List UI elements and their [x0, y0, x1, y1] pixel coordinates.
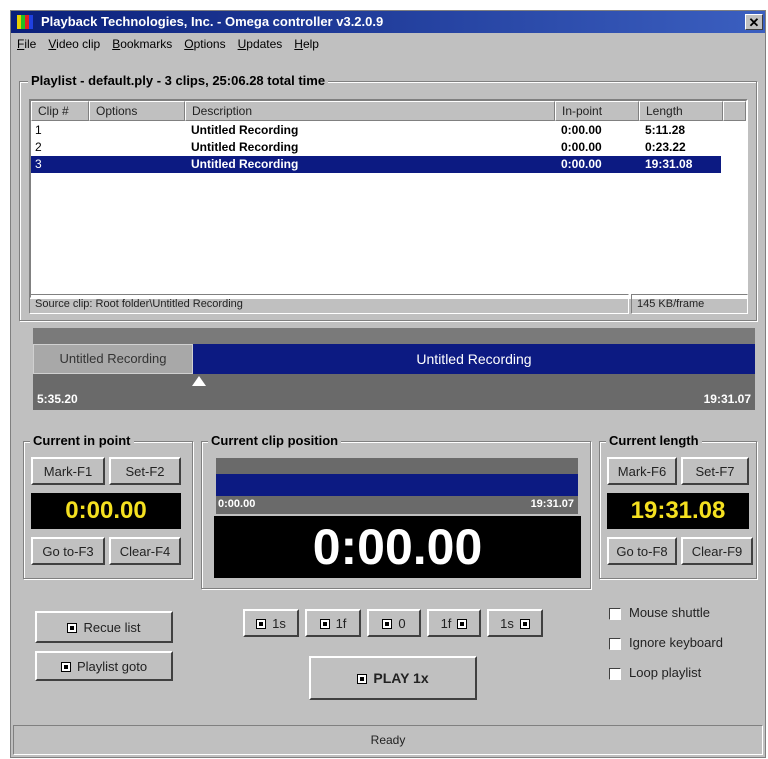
in-point-display: 0:00.00: [31, 493, 181, 529]
title-bar[interactable]: Playback Technologies, Inc. - Omega cont…: [11, 11, 765, 33]
cell-clip: 3: [35, 157, 42, 171]
column-header-description[interactable]: Description: [185, 101, 555, 121]
source-clip-status: Source clip: Root folder\Untitled Record…: [29, 294, 629, 314]
mouse-shuttle-checkbox[interactable]: Mouse shuttle: [609, 605, 710, 621]
column-header-length[interactable]: Length: [639, 101, 723, 121]
clip-position-track: [216, 474, 578, 496]
window-title: Playback Technologies, Inc. - Omega cont…: [41, 14, 384, 29]
clip-position-label: Current clip position: [208, 433, 342, 448]
menu-bookmarks[interactable]: Bookmarks: [106, 34, 178, 54]
timeline-marker-icon[interactable]: [192, 376, 206, 386]
column-header-inpoint[interactable]: In-point: [555, 101, 639, 121]
table-row-selected[interactable]: 3 Untitled Recording 0:00.00 19:31.08: [31, 156, 721, 173]
checkbox-box[interactable]: [609, 637, 621, 650]
play-button[interactable]: PLAY 1x: [309, 656, 477, 700]
step-forward-icon: [457, 619, 468, 630]
menu-bar: File Video clip Bookmarks Options Update…: [11, 34, 765, 54]
step-fwd-1f-button[interactable]: 1f: [427, 609, 481, 637]
length-display: 19:31.08: [607, 493, 749, 529]
step-forward-icon: [519, 619, 530, 630]
playlist-group-label: Playlist - default.ply - 3 clips, 25:06.…: [28, 73, 329, 88]
mark-in-button[interactable]: Mark-F1: [31, 457, 105, 485]
column-header-options[interactable]: Options: [89, 101, 185, 121]
goto-zero-button[interactable]: 0: [367, 609, 421, 637]
step-back-1s-button[interactable]: 1s: [243, 609, 299, 637]
cell-inpoint: 0:00.00: [561, 123, 602, 137]
set-in-button[interactable]: Set-F2: [109, 457, 181, 485]
playlist-goto-button[interactable]: Playlist goto: [35, 651, 173, 681]
cell-inpoint: 0:00.00: [561, 140, 602, 154]
in-point-label: Current in point: [30, 433, 134, 448]
timeline-segment-clip3[interactable]: Untitled Recording: [193, 344, 755, 374]
clip-position-slider[interactable]: 0:00.00 19:31.07: [216, 458, 578, 514]
play-square-icon: [60, 662, 71, 673]
length-label: Current length: [606, 433, 702, 448]
timeline-time-left: 5:35.20: [37, 392, 78, 406]
menu-help[interactable]: Help: [288, 34, 325, 54]
app-icon: [17, 15, 33, 29]
cell-description: Untitled Recording: [191, 157, 299, 171]
cell-description: Untitled Recording: [191, 140, 299, 154]
play-square-icon: [67, 623, 78, 634]
loop-playlist-checkbox[interactable]: Loop playlist: [609, 665, 701, 681]
step-back-1f-button[interactable]: 1f: [305, 609, 361, 637]
clear-in-button[interactable]: Clear-F4: [109, 537, 181, 565]
goto-length-button[interactable]: Go to-F8: [607, 537, 677, 565]
cell-description: Untitled Recording: [191, 123, 299, 137]
timeline-top-strip: [33, 328, 755, 344]
frame-size-status: 145 KB/frame: [631, 294, 748, 314]
recue-list-button[interactable]: Recue list: [35, 611, 173, 643]
status-bar: Ready: [13, 725, 763, 755]
main-window: Playback Technologies, Inc. - Omega cont…: [10, 10, 766, 758]
checkbox-box[interactable]: [609, 667, 621, 680]
play-icon: [357, 674, 368, 685]
cell-length: 5:11.28: [645, 123, 686, 137]
close-button[interactable]: ✕: [745, 14, 763, 30]
goto-in-button[interactable]: Go to-F3: [31, 537, 105, 565]
playlist-timeline[interactable]: Untitled Recording Untitled Recording 5:…: [33, 328, 755, 410]
set-length-button[interactable]: Set-F7: [681, 457, 749, 485]
step-back-icon: [319, 619, 330, 630]
clear-length-button[interactable]: Clear-F9: [681, 537, 753, 565]
menu-options[interactable]: Options: [178, 34, 231, 54]
column-header-spacer: [723, 101, 746, 121]
table-row[interactable]: 2 Untitled Recording 0:00.00 0:23.22: [31, 139, 721, 156]
goto-start-icon: [382, 619, 393, 630]
cell-length: 0:23.22: [645, 140, 686, 154]
ignore-keyboard-checkbox[interactable]: Ignore keyboard: [609, 635, 723, 651]
table-row[interactable]: 1 Untitled Recording 0:00.00 5:11.28: [31, 122, 721, 139]
clip-position-display: 0:00.00: [214, 516, 581, 578]
mark-length-button[interactable]: Mark-F6: [607, 457, 677, 485]
clip-position-end: 19:31.07: [530, 498, 574, 510]
column-header-clip[interactable]: Clip #: [31, 101, 89, 121]
timeline-segment-clip2[interactable]: Untitled Recording: [33, 344, 193, 374]
checkbox-box[interactable]: [609, 607, 621, 620]
cell-length: 19:31.08: [645, 157, 693, 171]
menu-video-clip[interactable]: Video clip: [42, 34, 106, 54]
step-fwd-1s-button[interactable]: 1s: [487, 609, 543, 637]
menu-updates[interactable]: Updates: [232, 34, 289, 54]
timeline-time-right: 19:31.07: [703, 392, 751, 406]
playlist-table[interactable]: Clip # Options Description In-point Leng…: [29, 99, 748, 299]
step-back-icon: [256, 619, 267, 630]
clip-position-start: 0:00.00: [218, 498, 256, 510]
cell-clip: 2: [35, 140, 42, 154]
cell-clip: 1: [35, 123, 42, 137]
cell-inpoint: 0:00.00: [561, 157, 602, 171]
menu-file[interactable]: File: [11, 34, 42, 54]
